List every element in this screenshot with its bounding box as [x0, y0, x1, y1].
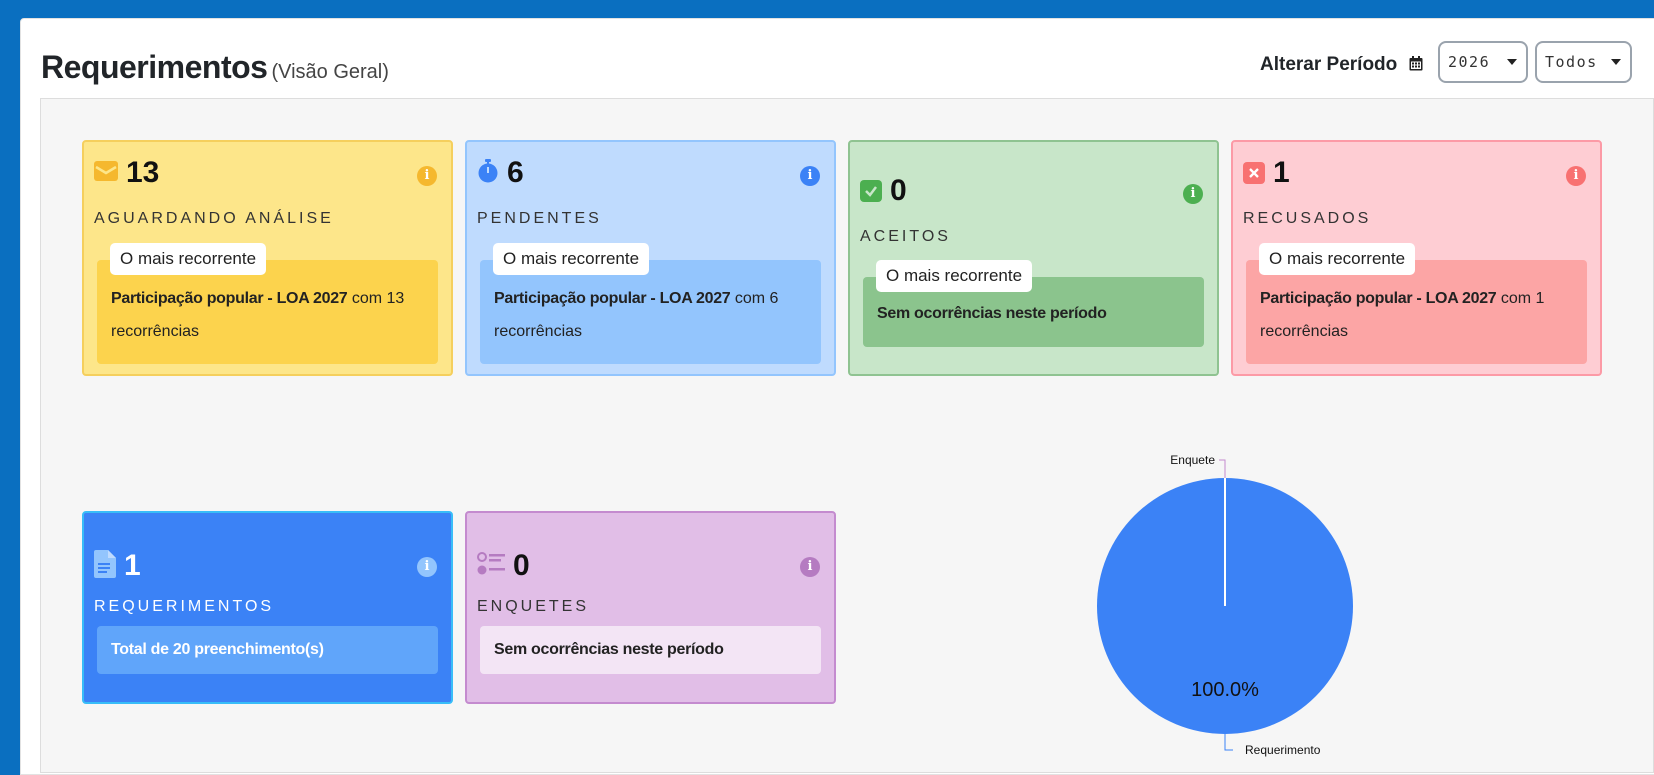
distribution-pie-chart: Enquete Requerimento 100.0% [1097, 453, 1353, 757]
info-icon[interactable]: i [1566, 166, 1586, 186]
calendar-icon [1409, 55, 1423, 71]
document-icon [94, 549, 116, 583]
card-awaiting-analysis: 13 i AGUARDANDO ANÁLISE Participação pop… [82, 140, 453, 376]
card-accepted: 0 i ACEITOS Sem ocorrências neste períod… [848, 140, 1219, 376]
info-icon[interactable]: i [1183, 184, 1203, 204]
chevron-down-icon [1507, 59, 1517, 65]
no-occurrences-text: Sem ocorrências neste período [877, 305, 1107, 322]
most-recurrent-box: Participação popular - LOA 2027 com 1 re… [1246, 260, 1587, 364]
awaiting-label: AGUARDANDO ANÁLISE [94, 210, 334, 227]
most-recurrent-tag: O mais recorrente [876, 260, 1033, 292]
card-header: 1 [94, 549, 141, 583]
info-icon[interactable]: i [800, 166, 820, 186]
pie-percent-label: 100.0% [1191, 679, 1259, 701]
page-title: Requerimentos [41, 49, 268, 85]
change-period-label[interactable]: Alterar Período [1260, 54, 1423, 76]
info-icon[interactable]: i [417, 166, 437, 186]
filter-select-value: Todos [1545, 53, 1598, 71]
list-icon [477, 551, 505, 582]
most-recurrent-box: Participação popular - LOA 2027 com 6 re… [480, 260, 821, 364]
close-square-icon [1243, 162, 1265, 184]
no-occurrences-text: Sem ocorrências neste período [494, 641, 724, 658]
card-refused: 1 i RECUSADOS Participação popular - LOA… [1231, 140, 1602, 376]
year-select[interactable]: 2026 [1438, 41, 1528, 83]
polls-count: 0 [513, 549, 530, 582]
accepted-count: 0 [890, 174, 907, 207]
leader-line-enquete [1219, 459, 1226, 478]
check-square-icon [860, 180, 882, 202]
requests-count: 1 [124, 549, 141, 582]
card-requests: 1 i REQUERIMENTOS Total de 20 preenchime… [82, 511, 453, 704]
recurrent-item: Participação popular - LOA 2027 [111, 290, 348, 307]
total-box: Total de 20 preenchimento(s) [97, 626, 438, 674]
polls-box: Sem ocorrências neste período [480, 626, 821, 674]
card-pending: 6 i PENDENTES Participação popular - LOA… [465, 140, 836, 376]
recurrent-item: Participação popular - LOA 2027 [494, 290, 731, 307]
pending-label: PENDENTES [477, 210, 602, 227]
leader-line-requerimento [1224, 734, 1233, 751]
change-period-text: Alterar Período [1260, 54, 1398, 75]
card-polls: 0 i ENQUETES Sem ocorrências neste perío… [465, 511, 836, 704]
refused-count: 1 [1273, 156, 1290, 189]
pie-label-enquete: Enquete [1170, 453, 1215, 467]
total-fills-text: Total de 20 preenchimento(s) [111, 641, 324, 658]
card-header: 0 [860, 174, 907, 208]
card-header: 1 [1243, 156, 1290, 190]
filter-select[interactable]: Todos [1535, 41, 1632, 83]
envelope-icon [94, 160, 118, 187]
chevron-down-icon [1611, 59, 1621, 65]
most-recurrent-box: Participação popular - LOA 2027 com 13 r… [97, 260, 438, 364]
requests-label: REQUERIMENTOS [94, 598, 275, 615]
page-header: Requerimentos (Visão Geral) [41, 49, 389, 93]
awaiting-count: 13 [126, 156, 160, 189]
card-header: 6 [477, 156, 524, 190]
most-recurrent-tag: O mais recorrente [1259, 243, 1416, 275]
stopwatch-icon [477, 158, 499, 188]
info-icon[interactable]: i [800, 557, 820, 577]
most-recurrent-tag: O mais recorrente [493, 243, 650, 275]
refused-label: RECUSADOS [1243, 210, 1372, 227]
accepted-label: ACEITOS [860, 228, 951, 245]
info-icon[interactable]: i [417, 557, 437, 577]
year-select-value: 2026 [1448, 53, 1491, 71]
recurrent-item: Participação popular - LOA 2027 [1260, 290, 1497, 307]
card-header: 0 [477, 549, 530, 583]
most-recurrent-tag: O mais recorrente [110, 243, 267, 275]
pending-count: 6 [507, 156, 524, 189]
page-subtitle: (Visão Geral) [271, 61, 389, 83]
pie-label-requerimento: Requerimento [1245, 743, 1321, 757]
polls-label: ENQUETES [477, 598, 590, 615]
card-header: 13 [94, 156, 159, 190]
